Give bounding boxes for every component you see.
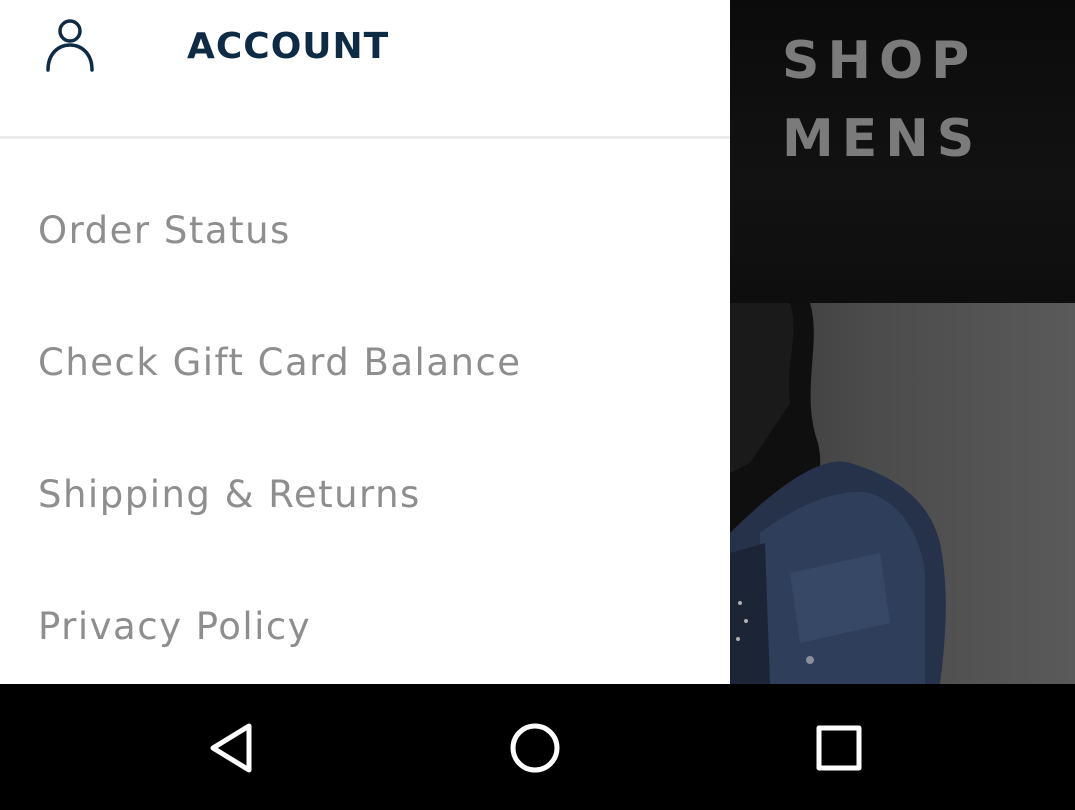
account-title: ACCOUNT: [187, 26, 390, 67]
background-content: SHOP MENS: [730, 0, 1075, 684]
home-icon[interactable]: [507, 720, 563, 776]
menu-item-gift-card-balance[interactable]: Check Gift Card Balance: [38, 341, 522, 401]
promo-line-1: SHOP: [782, 31, 978, 91]
promo-text: SHOP MENS: [782, 22, 982, 178]
shop-mens-banner[interactable]: SHOP MENS: [730, 0, 1075, 303]
model-photo: [730, 303, 1075, 684]
navigation-drawer: ACCOUNT Order Status Check Gift Card Bal…: [0, 0, 730, 684]
user-icon: [46, 19, 94, 72]
recent-apps-icon[interactable]: [811, 720, 867, 776]
back-icon[interactable]: [205, 720, 261, 776]
menu-item-order-status[interactable]: Order Status: [38, 209, 291, 269]
account-header[interactable]: ACCOUNT: [0, 0, 730, 139]
menu-item-shipping-returns[interactable]: Shipping & Returns: [38, 473, 421, 533]
system-navigation-bar: [0, 684, 1075, 810]
menu-item-privacy-policy[interactable]: Privacy Policy: [38, 605, 311, 665]
promo-line-2: MENS: [782, 109, 983, 169]
